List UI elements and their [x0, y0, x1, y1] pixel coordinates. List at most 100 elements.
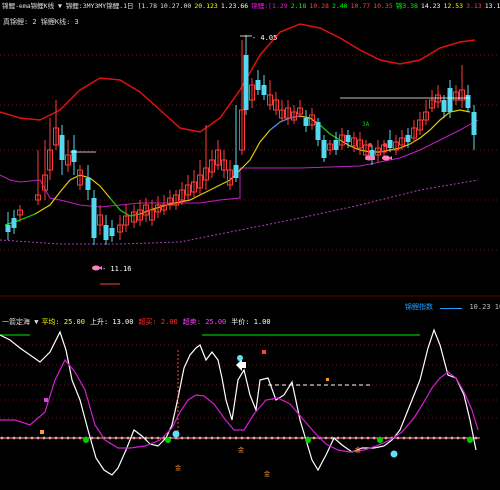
- zero-dot: [18, 436, 22, 440]
- candle-body: [387, 140, 393, 148]
- candle-body: [255, 80, 261, 90]
- zero-dot: [276, 436, 280, 440]
- chart-window[interactable]: 锦鲤-ema锦鲤K线 ▼ 锦鲤:3MY3MY锦鲤.1日 [1.78 10.27.0…: [0, 0, 500, 490]
- zero-dot: [138, 436, 142, 440]
- zero-dot: [192, 436, 196, 440]
- zero-dot: [198, 436, 202, 440]
- zero-dot: [432, 436, 436, 440]
- zero-dot: [180, 436, 184, 440]
- candle-body: [405, 135, 411, 142]
- zero-dot: [438, 436, 442, 440]
- zero-dot: [282, 436, 286, 440]
- zero-dot: [342, 436, 346, 440]
- green-dot-icon: [83, 437, 89, 443]
- zero-dot: [114, 436, 118, 440]
- zero-dot: [72, 436, 76, 440]
- zero-dot: [258, 436, 262, 440]
- zero-dot: [420, 436, 424, 440]
- zero-dot: [348, 436, 352, 440]
- zero-dot: [336, 436, 340, 440]
- green-dot-icon: [305, 437, 311, 443]
- candle-body: [59, 135, 65, 160]
- zero-dot: [222, 436, 226, 440]
- zero-dot: [354, 436, 358, 440]
- candle-body: [345, 135, 351, 142]
- candle-body: [91, 198, 97, 238]
- price-high-label: - 4.05: [252, 34, 277, 42]
- zero-dot: [456, 436, 460, 440]
- zero-dot: [24, 436, 28, 440]
- pink-fish-icon: [92, 265, 100, 271]
- marker-label-bottom: 金: [175, 464, 181, 472]
- candle-body: [243, 55, 249, 110]
- tag-3a-label: 3A: [362, 121, 370, 128]
- candle-body: [303, 118, 309, 126]
- zero-dot: [156, 436, 160, 440]
- zero-dot: [204, 436, 208, 440]
- zero-dot: [264, 436, 268, 440]
- cyan-dot-icon: [172, 430, 180, 438]
- zero-dot: [210, 436, 214, 440]
- green-dot-icon: [377, 437, 383, 443]
- marker-label-mid: 金: [238, 446, 244, 454]
- zero-dot: [312, 436, 316, 440]
- zero-dot: [288, 436, 292, 440]
- pink-fish-icon: [99, 266, 102, 270]
- zero-dot: [294, 436, 298, 440]
- zero-dot: [6, 436, 10, 440]
- zero-dot: [234, 436, 238, 440]
- cyan-dot-icon: [237, 355, 243, 361]
- zero-dot: [96, 436, 100, 440]
- zero-dot: [372, 436, 376, 440]
- red-marker: [262, 350, 266, 354]
- candlestick-chart[interactable]: - 4.05- 11.163A金金金金: [0, 0, 500, 490]
- zero-dot: [132, 436, 136, 440]
- green-dot-icon: [165, 437, 171, 443]
- pink-fish-icon: [365, 155, 373, 161]
- zero-dot: [384, 436, 388, 440]
- zero-dot: [30, 436, 34, 440]
- zero-dot: [396, 436, 400, 440]
- red-dot-icon: [383, 143, 387, 147]
- zero-dot: [246, 436, 250, 440]
- zero-dot: [402, 436, 406, 440]
- candle-body: [261, 85, 267, 95]
- candle-body: [315, 122, 321, 140]
- zero-dot: [366, 436, 370, 440]
- zero-dot: [78, 436, 82, 440]
- candle-body: [5, 225, 11, 232]
- zero-dot: [300, 436, 304, 440]
- zero-dot: [66, 436, 70, 440]
- candle-body: [333, 140, 339, 150]
- zero-dot: [426, 436, 430, 440]
- candle-body: [471, 112, 477, 135]
- magenta-marker: [44, 398, 48, 402]
- zero-dot: [60, 436, 64, 440]
- zero-dot: [150, 436, 154, 440]
- zero-dot: [108, 436, 112, 440]
- zero-dot: [42, 436, 46, 440]
- green-dot-icon: [467, 437, 473, 443]
- orange-marker-icon: [40, 430, 44, 434]
- zero-dot: [408, 436, 412, 440]
- zero-dot: [414, 436, 418, 440]
- candle-body: [465, 95, 471, 108]
- zero-dot: [126, 436, 130, 440]
- marker-label-mid: 金: [355, 446, 361, 454]
- price-low-label: - 11.16: [102, 265, 132, 273]
- candle-body: [11, 218, 17, 228]
- zero-dot: [462, 436, 466, 440]
- cyan-dot-icon: [390, 450, 398, 458]
- candle-body: [103, 225, 109, 240]
- zero-dot: [120, 436, 124, 440]
- marker-label-bottom: 金: [264, 470, 270, 478]
- zero-dot: [360, 436, 364, 440]
- zero-dot: [54, 436, 58, 440]
- zero-dot: [0, 436, 4, 440]
- candle-body: [321, 140, 327, 158]
- upper-band-line: [0, 23, 476, 133]
- zero-dot: [36, 436, 40, 440]
- lower-trend-dotted: [0, 179, 479, 245]
- zero-dot: [324, 436, 328, 440]
- candle-body: [233, 165, 239, 178]
